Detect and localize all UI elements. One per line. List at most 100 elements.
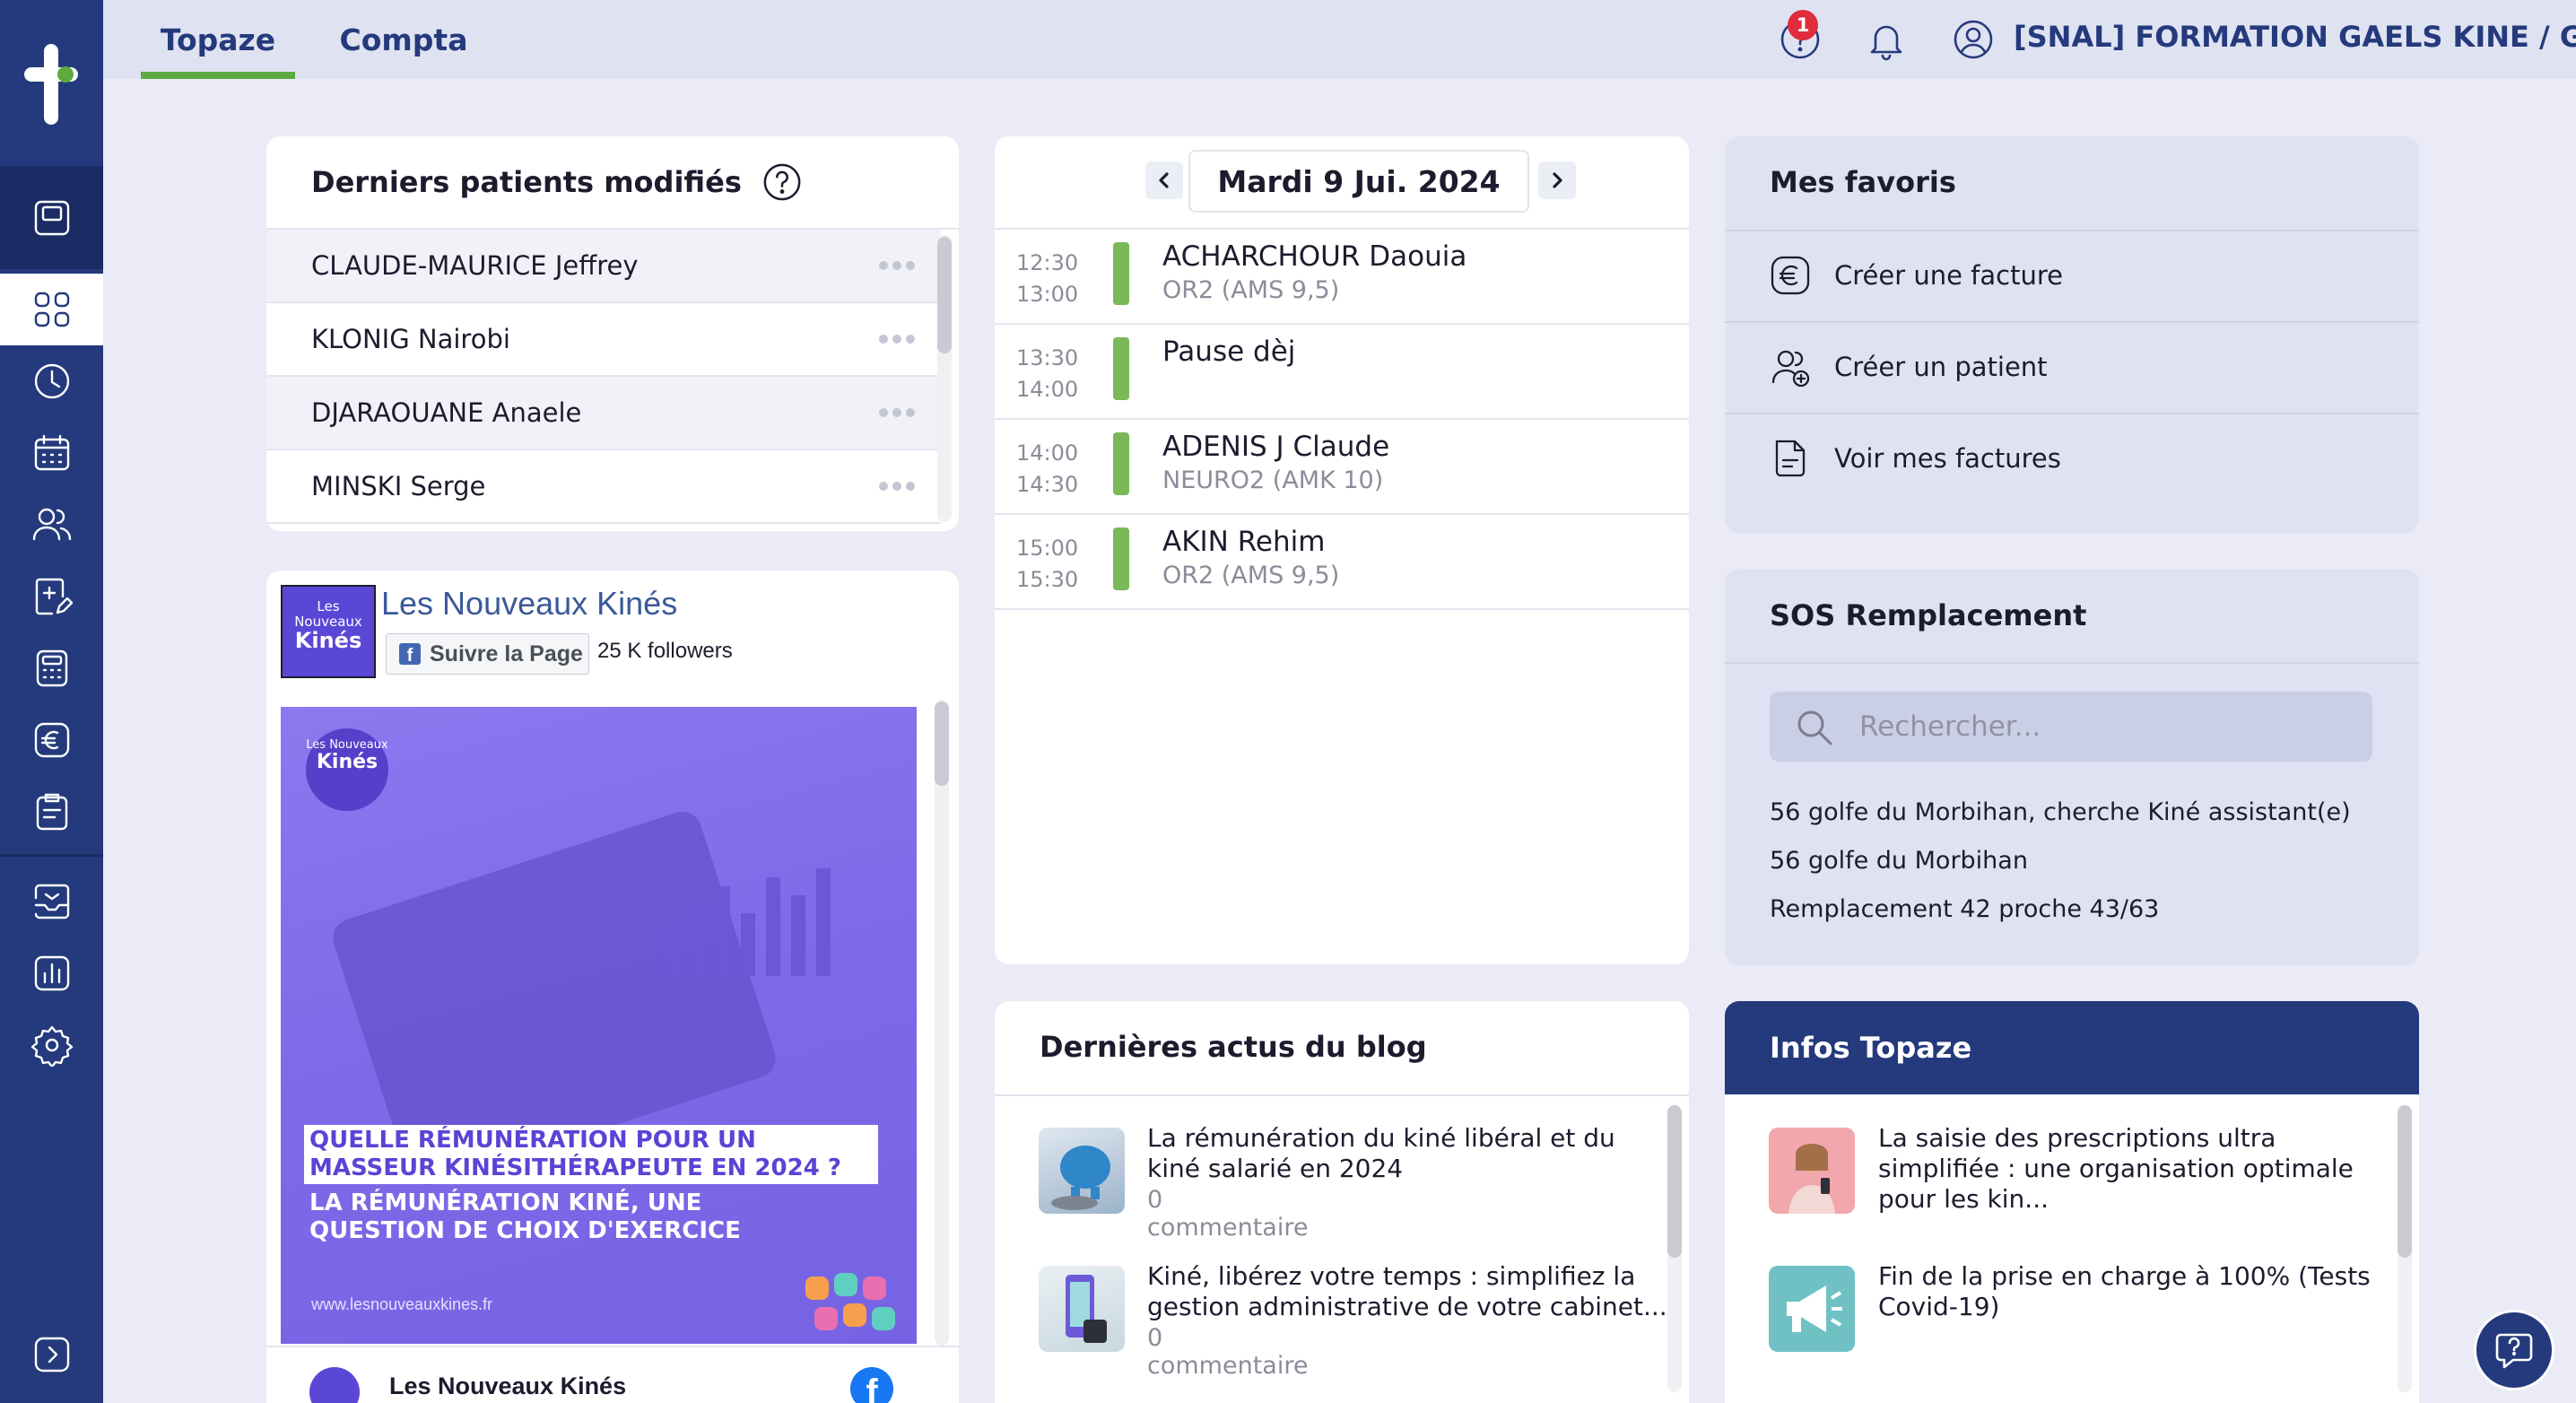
patient-row[interactable]: KLONIG Nairobi — [266, 303, 941, 377]
card-title: Derniers patients modifiés — [311, 136, 803, 228]
sidebar-item-dashboard[interactable] — [0, 274, 103, 345]
blog-item-title: Kiné, libérez votre temps : simplifiez l… — [1147, 1261, 1667, 1321]
end-time: 13:00 — [1016, 282, 1079, 307]
facebook-post-image[interactable]: Les Nouveaux Kinés QUELLE RÉMUNÉRATION P… — [281, 707, 917, 1344]
add-user-icon — [1771, 350, 1810, 388]
previous-day-button[interactable] — [1145, 161, 1183, 199]
question-circle-icon[interactable] — [761, 161, 803, 203]
appointment-patient: Pause dèj — [1162, 336, 1296, 368]
facebook-page-name[interactable]: Les Nouveaux Kinés — [381, 585, 677, 623]
prescription-icon — [35, 578, 73, 615]
sidebar-item-patients[interactable] — [0, 489, 103, 561]
invoice-icon — [1775, 440, 1806, 477]
favorite-label: Créer un patient — [1834, 352, 2048, 382]
follow-page-button[interactable]: f Suivre la Page — [386, 633, 589, 675]
divider — [1725, 662, 2419, 664]
sos-result[interactable]: 56 golfe du Morbihan, cherche Kiné assis… — [1770, 798, 2351, 826]
sos-result[interactable]: Remplacement 42 proche 43/63 — [1770, 895, 2159, 923]
appointment-row[interactable]: 15:00 15:30 AKIN Rehim OR2 (AMS 9,5) — [995, 515, 1689, 610]
blog-thumbnail — [1039, 1128, 1125, 1214]
appointment-detail: OR2 (AMS 9,5) — [1162, 562, 1340, 589]
scrollbar-thumb[interactable] — [1667, 1105, 1682, 1258]
appointment-patient: ADENIS J Claude — [1162, 431, 1390, 463]
start-time: 13:30 — [1016, 345, 1079, 370]
topaze-logo[interactable] — [0, 0, 103, 166]
sidebar-expand-button[interactable] — [0, 1319, 103, 1390]
tablet-icon — [34, 200, 69, 235]
brand-pattern-icon — [805, 1273, 895, 1330]
next-day-button[interactable] — [1538, 161, 1576, 199]
appointment-time: 14:00 14:30 — [1016, 438, 1078, 501]
favorite-view-invoices[interactable]: Voir mes factures — [1725, 413, 2419, 502]
topaze-logo-icon — [23, 43, 78, 125]
sidebar-separator — [0, 854, 103, 857]
patient-name: DJARAOUANE Anaele — [311, 397, 582, 428]
sidebar-item-agenda[interactable] — [0, 417, 103, 489]
scrollbar-thumb[interactable] — [937, 237, 952, 353]
scrollbar-thumb[interactable] — [935, 702, 949, 786]
patient-row[interactable]: DJARAOUANE Anaele — [266, 377, 941, 450]
facebook-footer-name[interactable]: Les Nouveaux Kinés — [389, 1372, 626, 1400]
follow-label: Suivre la Page — [430, 640, 583, 667]
megaphone-icon — [1787, 1285, 1842, 1332]
sidebar-item-messages[interactable] — [0, 866, 103, 937]
sidebar-item-history[interactable] — [0, 345, 103, 417]
favorite-create-invoice[interactable]: Créer une facture — [1725, 230, 2419, 319]
notification-badge: 1 — [1788, 10, 1818, 40]
sidebar-item-statistics[interactable] — [0, 937, 103, 1009]
chat-help-icon — [2495, 1333, 2533, 1369]
tab-compta[interactable]: Compta — [332, 0, 475, 79]
info-thumbnail — [1769, 1128, 1855, 1214]
followers-count: 25 K followers — [597, 639, 733, 663]
agenda-date[interactable]: Mardi 9 Jui. 2024 — [1188, 150, 1529, 213]
sos-search-input[interactable] — [1859, 692, 2362, 762]
clipboard-icon — [36, 793, 67, 831]
start-time: 14:00 — [1016, 440, 1079, 466]
patient-name: MINSKI Serge — [311, 471, 486, 501]
facebook-logo-icon[interactable]: f — [850, 1367, 893, 1403]
more-options-icon[interactable] — [879, 482, 915, 491]
appointment-patient: ACHARCHOUR Daouia — [1162, 240, 1467, 273]
user-account-button[interactable] — [1946, 13, 2000, 66]
infos-topaze-title: Infos Topaze — [1770, 1031, 1972, 1065]
patient-row[interactable]: CLAUDE-MAURICE Jeffrey — [266, 230, 941, 303]
facebook-page-logo[interactable]: Les Nouveaux Kinés — [281, 585, 376, 678]
appointment-detail: NEURO2 (AMK 10) — [1162, 466, 1384, 494]
sidebar-item-calculator[interactable] — [0, 632, 103, 704]
blog-item-comments: 0 commentaire — [1147, 1324, 1309, 1380]
post-headline: QUELLE RÉMUNÉRATION POUR UN MASSEUR KINÉ… — [304, 1125, 878, 1184]
appointment-row[interactable]: 12:30 13:00 ACHARCHOUR Daouia OR2 (AMS 9,… — [995, 230, 1689, 325]
expand-arrow-icon — [34, 1337, 69, 1372]
woman-with-phone-icon — [1788, 1144, 1835, 1214]
favorite-create-patient[interactable]: Créer un patient — [1725, 321, 2419, 411]
sidebar-item-billing[interactable] — [0, 704, 103, 776]
appointment-status-bar — [1113, 527, 1129, 590]
stats-icon — [34, 955, 69, 991]
more-options-icon[interactable] — [879, 408, 915, 417]
patient-name: CLAUDE-MAURICE Jeffrey — [311, 250, 639, 281]
appointment-status-bar — [1113, 337, 1129, 400]
sos-result[interactable]: 56 golfe du Morbihan — [1770, 847, 2028, 875]
more-options-icon[interactable] — [879, 335, 915, 344]
chevron-left-icon — [1159, 172, 1169, 188]
scrollbar-thumb[interactable] — [2398, 1105, 2412, 1258]
sidebar-item-prescriptions[interactable] — [0, 561, 103, 632]
patient-name: KLONIG Nairobi — [311, 324, 510, 354]
sidebar-item-settings[interactable] — [0, 1009, 103, 1081]
appointment-row[interactable]: 13:30 14:00 Pause dèj — [995, 325, 1689, 420]
sos-search-field[interactable] — [1770, 692, 2372, 762]
facebook-icon: f — [399, 643, 421, 665]
user-label[interactable]: [SNAL] FORMATION GAELS KINE / Gael — [2014, 0, 2576, 74]
support-chat-button[interactable] — [2474, 1310, 2554, 1390]
more-options-icon[interactable] — [879, 261, 915, 270]
patient-row[interactable]: MINSKI Serge — [266, 450, 941, 524]
sidebar-item-tasks[interactable] — [0, 776, 103, 848]
appointment-time: 13:30 14:00 — [1016, 343, 1078, 405]
notifications-button[interactable] — [1859, 13, 1913, 66]
tab-topaze[interactable]: Topaze — [141, 0, 295, 79]
appointment-row[interactable]: 14:00 14:30 ADENIS J Claude NEURO2 (AMK 1… — [995, 420, 1689, 515]
sos-title: SOS Remplacement — [1770, 598, 2087, 632]
sidebar-item-tablet[interactable] — [0, 166, 103, 269]
blog-item-title: La rémunération du kiné libéral et du ki… — [1147, 1123, 1615, 1183]
calendar-icon — [34, 434, 69, 471]
